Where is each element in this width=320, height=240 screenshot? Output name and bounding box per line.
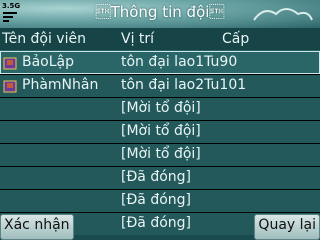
member-row[interactable]: BảoLập tôn đại lao1Tu90 [0, 51, 320, 74]
invite-slot-row[interactable]: [Mời tổ đội] [0, 97, 320, 120]
window-title: Thông tin đội [95, 3, 225, 21]
confirm-softkey[interactable]: Xác nhận [0, 214, 74, 240]
member-name: PhàmNhân [22, 77, 99, 93]
member-avatar-icon [3, 80, 17, 93]
slot-status: [Đã đóng] [121, 192, 192, 208]
member-avatar-icon [3, 57, 17, 70]
slot-status: [Đã đóng] [121, 169, 192, 185]
closed-slot-row[interactable]: [Đã đóng] [0, 189, 320, 212]
invite-slot-row[interactable]: [Mời tổ đội] [0, 143, 320, 166]
slot-status: [Mời tổ đội] [121, 123, 201, 139]
slot-status: [Mời tổ đội] [121, 146, 201, 162]
header-position: Vị trí [121, 31, 155, 47]
member-position: tôn đại lao1Tu90 [121, 54, 238, 70]
header-level: Cấp [222, 31, 250, 47]
member-row[interactable]: PhàmNhân tôn đại lao2Tu101 [0, 74, 320, 97]
member-position: tôn đại lao2Tu101 [121, 77, 247, 93]
slot-status: [Mời tổ đội] [121, 100, 201, 116]
slot-status: [Đã đóng] [121, 215, 192, 231]
game-screen: 3.5G Thông tin đội Tên đội viên Vị trí… [0, 0, 320, 240]
table-header: Tên đội viên Vị trí Cấp [0, 28, 320, 50]
header-member-name: Tên đội viên [2, 31, 86, 47]
member-name: BảoLập [22, 54, 75, 70]
invite-slot-row[interactable]: [Mời tổ đội] [0, 120, 320, 143]
back-softkey[interactable]: Quay lại [254, 214, 320, 240]
title-bar: 3.5G Thông tin đội [0, 0, 320, 28]
closed-slot-row[interactable]: [Đã đóng] [0, 166, 320, 189]
